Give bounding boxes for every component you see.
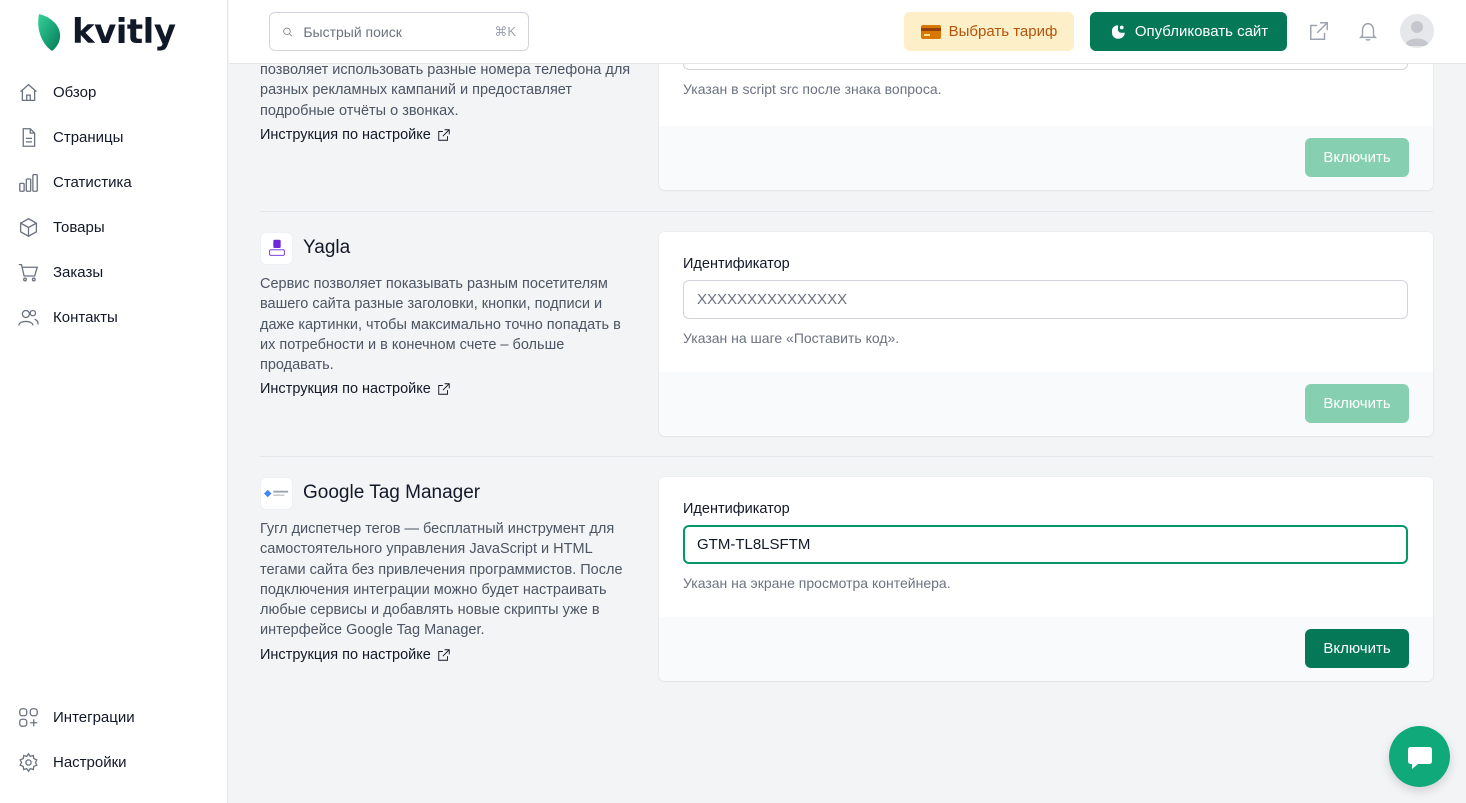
external-link-icon[interactable]	[1308, 20, 1330, 42]
integration-description-column: Google Tag Manager Гугл диспетчер тегов …	[260, 476, 640, 663]
integration-description: Сервис позволяет показывать разным посет…	[260, 276, 621, 374]
sidebar-item-label: Настройки	[53, 754, 127, 771]
users-icon	[18, 309, 39, 326]
google-tag-manager-logo-icon	[263, 489, 288, 497]
field-help-text: Указан на шаге «Поставить код».	[683, 330, 900, 346]
sidebar-item-label: Заказы	[53, 264, 104, 281]
sidebar-item-integrations[interactable]: Интеграции	[0, 695, 228, 740]
setup-instruction-link[interactable]: Инструкция по настройке	[260, 381, 640, 397]
external-link-icon	[438, 129, 450, 141]
publish-site-label: Опубликовать сайт	[1134, 23, 1269, 40]
sidebar-bottom-nav: Интеграции Настройки	[0, 695, 228, 785]
card-footer: Включить	[659, 617, 1433, 681]
home-icon	[20, 83, 37, 102]
identifier-label: Идентификатор	[683, 501, 790, 517]
enable-button[interactable]: Включить	[1305, 384, 1409, 423]
yagla-logo-icon	[268, 239, 285, 256]
chat-bubble-icon	[1407, 746, 1432, 769]
search-box[interactable]: ⌘K	[269, 12, 529, 51]
gear-icon	[19, 752, 38, 773]
chart-icon	[19, 173, 38, 192]
field-help-text: Указан в script src после знака вопроса.	[683, 81, 942, 97]
search-shortcut: ⌘K	[494, 23, 516, 39]
sidebar-item-label: Страницы	[53, 129, 124, 146]
sidebar-item-statistics[interactable]: Статистика	[0, 160, 228, 205]
sidebar-item-contacts[interactable]: Контакты	[0, 295, 228, 340]
sidebar-item-label: Контакты	[53, 309, 118, 326]
cart-icon	[18, 263, 39, 282]
sidebar-item-orders[interactable]: Заказы	[0, 250, 228, 295]
sidebar-item-settings[interactable]: Настройки	[0, 740, 228, 785]
enable-button[interactable]: Включить	[1305, 138, 1409, 177]
setup-instruction-label: Инструкция по настройке	[260, 381, 431, 398]
choose-tariff-button[interactable]: Выбрать тариф	[904, 12, 1074, 51]
external-link-icon	[438, 383, 450, 396]
integration-card: Идентификатор Указан на шаге «Поставить …	[659, 232, 1433, 436]
yagla-logo	[260, 231, 293, 265]
section-divider	[260, 456, 1433, 457]
setup-instruction-link[interactable]: Инструкция по настройке	[260, 647, 640, 663]
integration-description-column: позволяет использовать разные номера тел…	[260, 64, 640, 143]
sidebar-item-products[interactable]: Товары	[0, 205, 228, 250]
leaf-icon	[38, 14, 61, 51]
external-link-icon	[438, 649, 450, 661]
user-avatar-icon	[1405, 21, 1429, 46]
setup-instruction-label: Инструкция по настройке	[260, 126, 431, 143]
sidebar-item-label: Товары	[53, 219, 105, 236]
setup-instruction-link[interactable]: Инструкция по настройке	[260, 127, 640, 143]
document-icon	[22, 128, 36, 147]
brand-logo[interactable]: kvitly	[36, 10, 176, 54]
rocket-icon	[1111, 24, 1125, 39]
search-icon	[283, 27, 293, 37]
google-tag-manager-logo	[260, 476, 293, 510]
credit-card-icon	[920, 24, 941, 39]
setup-instruction-label: Инструкция по настройке	[260, 646, 431, 663]
integration-header: Yagla	[260, 231, 640, 265]
sidebar-item-overview[interactable]: Обзор	[0, 70, 228, 115]
cube-icon	[19, 217, 38, 238]
integration-description: позволяет использовать разные номера тел…	[260, 64, 631, 119]
identifier-input[interactable]	[683, 280, 1408, 319]
integration-section-google-tag-manager: Google Tag Manager Гугл диспетчер тегов …	[260, 476, 1433, 682]
main-content: позволяет использовать разные номера тел…	[229, 64, 1466, 803]
avatar[interactable]	[1400, 14, 1434, 48]
integration-title: Yagla	[303, 237, 351, 258]
sidebar-item-pages[interactable]: Страницы	[0, 115, 228, 160]
integration-description: Гугл диспетчер тегов — бесплатный инстру…	[260, 521, 623, 639]
identifier-input[interactable]	[683, 525, 1408, 564]
card-footer: Включить	[659, 372, 1433, 436]
field-help-text: Указан на экране просмотра контейнера.	[683, 575, 951, 591]
integration-section-calltracking: позволяет использовать разные номера тел…	[260, 64, 1433, 194]
sidebar-item-label: Интеграции	[53, 709, 135, 726]
integration-card: Указан в script src после знака вопроса.…	[659, 64, 1433, 190]
sidebar-item-label: Статистика	[53, 174, 132, 191]
integration-description-column: Yagla Сервис позволяет показывать разным…	[260, 231, 640, 397]
sidebar: kvitly Обзор Страницы Статистика Товары …	[0, 0, 228, 803]
grid-plus-icon	[19, 708, 38, 727]
topbar: ⌘K Выбрать тариф Опубликовать сайт	[229, 0, 1466, 64]
publish-site-button[interactable]: Опубликовать сайт	[1090, 12, 1287, 51]
integration-title: Google Tag Manager	[303, 482, 481, 503]
sidebar-item-label: Обзор	[53, 84, 97, 101]
section-divider	[260, 211, 1433, 212]
card-footer: Включить	[659, 126, 1433, 190]
integration-section-yagla: Yagla Сервис позволяет показывать разным…	[260, 231, 1433, 437]
integration-header: Google Tag Manager	[260, 476, 640, 510]
integration-card: Идентификатор Указан на экране просмотра…	[659, 477, 1433, 681]
chat-support-button[interactable]	[1389, 726, 1450, 787]
identifier-label: Идентификатор	[683, 256, 790, 272]
sidebar-nav: Обзор Страницы Статистика Товары Заказы …	[0, 70, 228, 340]
bell-icon[interactable]	[1357, 20, 1379, 42]
identifier-input[interactable]	[683, 64, 1408, 70]
choose-tariff-label: Выбрать тариф	[948, 23, 1058, 40]
enable-button[interactable]: Включить	[1305, 629, 1409, 668]
brand-name: kvitly	[72, 12, 176, 52]
search-input[interactable]	[303, 23, 485, 40]
